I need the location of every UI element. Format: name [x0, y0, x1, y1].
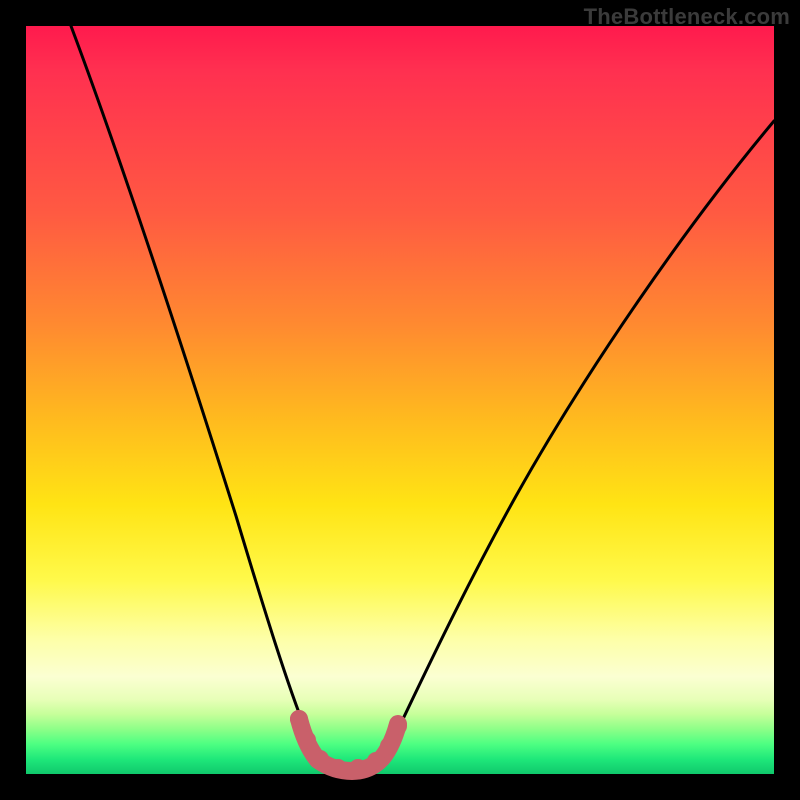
watermark-text: TheBottleneck.com [584, 4, 790, 30]
chart-svg [26, 26, 774, 774]
plot-area [26, 26, 774, 774]
bottleneck-curve [71, 26, 774, 769]
outer-frame: TheBottleneck.com [0, 0, 800, 800]
